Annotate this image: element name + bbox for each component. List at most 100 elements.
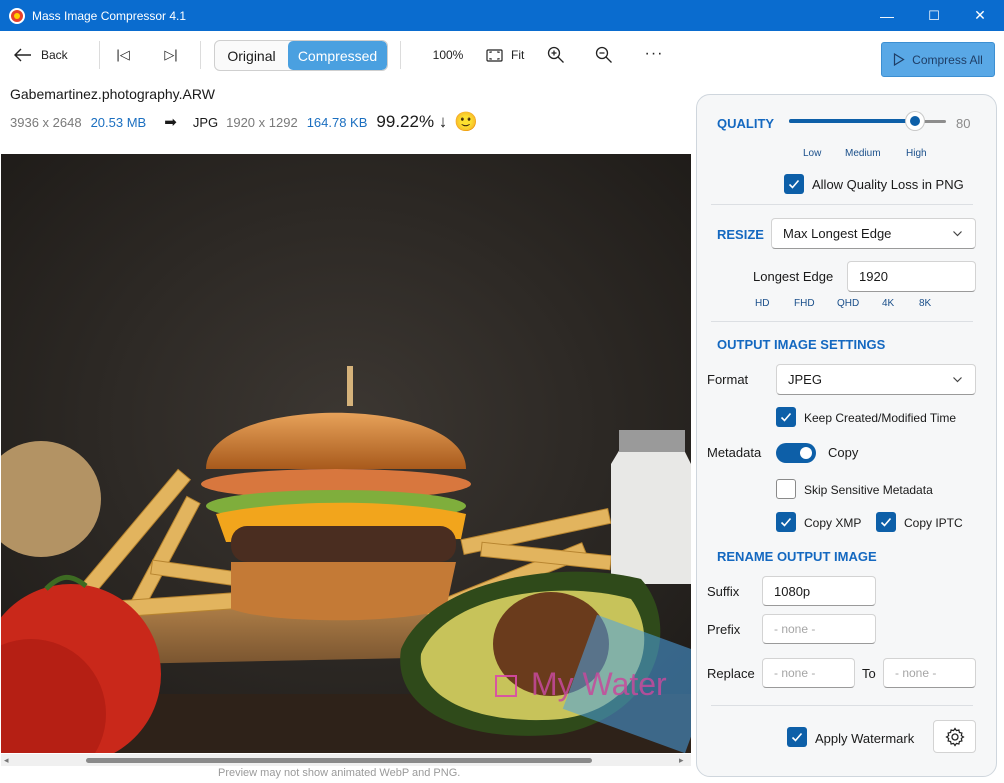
smiley-icon: 🙂 xyxy=(454,112,478,133)
format-value: JPEG xyxy=(788,372,822,387)
allow-png-loss-checkbox[interactable] xyxy=(784,174,804,194)
zoom-out-button[interactable] xyxy=(594,43,614,67)
prefix-placeholder: - none - xyxy=(774,622,816,636)
preview-note: Preview may not show animated WebP and P… xyxy=(218,767,461,779)
gear-icon xyxy=(944,726,965,747)
zoom-out-icon xyxy=(595,46,612,63)
format-dropdown[interactable]: JPEG xyxy=(776,364,976,395)
view-toggle: Original Compressed xyxy=(214,40,388,71)
quality-title: QUALITY xyxy=(717,116,775,131)
suffix-input[interactable]: 1080p xyxy=(762,576,876,606)
copy-xmp-label: Copy XMP xyxy=(804,516,862,530)
prefix-input[interactable]: - none - xyxy=(762,614,876,644)
output-dimensions: 1920 x 1292 xyxy=(226,114,298,130)
compress-all-label: Compress All xyxy=(912,52,983,67)
quality-value: 80 xyxy=(956,116,971,131)
section-divider xyxy=(711,705,973,706)
metadata-toggle[interactable] xyxy=(776,443,816,463)
skip-sensitive-checkbox[interactable] xyxy=(776,479,796,499)
longest-edge-label: Longest Edge xyxy=(753,269,834,284)
preset-qhd[interactable]: QHD xyxy=(837,298,859,309)
scroll-right-icon[interactable]: ▸ xyxy=(679,755,684,766)
section-divider xyxy=(711,321,973,322)
first-image-button[interactable]: |◁ xyxy=(112,43,134,67)
original-size: 20.53 MB xyxy=(90,114,147,130)
zoom-level-button[interactable]: 100% xyxy=(430,43,466,67)
toolbar-divider xyxy=(99,41,100,69)
toolbar-divider xyxy=(200,41,201,69)
copy-iptc-label: Copy IPTC xyxy=(904,516,963,530)
arrow-left-icon xyxy=(14,48,31,62)
suffix-label: Suffix xyxy=(707,584,740,599)
next-image-button[interactable]: ▷| xyxy=(160,43,182,67)
longest-edge-value: 1920 xyxy=(859,269,888,284)
quality-low-label[interactable]: Low xyxy=(803,148,821,159)
quality-slider-fill xyxy=(789,119,915,123)
window-title: Mass Image Compressor 4.1 xyxy=(32,8,187,23)
maximize-button[interactable]: ☐ xyxy=(911,0,957,31)
compressed-view-button[interactable]: Compressed xyxy=(288,41,387,70)
burger-photo xyxy=(1,154,691,753)
metadata-label: Metadata xyxy=(707,445,762,460)
replace-placeholder: - none - xyxy=(774,666,816,680)
close-button[interactable]: ✕ xyxy=(957,0,1003,31)
scroll-left-icon[interactable]: ◂ xyxy=(4,755,9,766)
original-dimensions: 3936 x 2648 xyxy=(10,114,82,130)
replace-input[interactable]: - none - xyxy=(762,658,855,688)
section-divider xyxy=(711,204,973,205)
title-bar: Mass Image Compressor 4.1 — ☐ ✕ xyxy=(0,0,1004,31)
preset-hd[interactable]: HD xyxy=(755,298,769,309)
checkmark-icon xyxy=(791,732,803,742)
replace-label: Replace xyxy=(707,666,755,681)
quality-slider-thumb[interactable] xyxy=(905,112,924,130)
checkmark-icon xyxy=(880,517,892,527)
preset-4k[interactable]: 4K xyxy=(882,298,894,309)
to-label: To xyxy=(862,666,876,681)
back-button[interactable]: Back xyxy=(14,43,68,67)
zoom-in-icon xyxy=(547,46,564,63)
more-options-button[interactable]: ··· xyxy=(642,42,666,66)
watermark-text: My Water xyxy=(531,666,667,702)
checkmark-icon xyxy=(788,179,800,189)
copy-iptc-checkbox[interactable] xyxy=(876,512,896,532)
apply-watermark-checkbox[interactable] xyxy=(787,727,807,747)
fit-label: Fit xyxy=(511,48,525,62)
longest-edge-input[interactable]: 1920 xyxy=(847,261,976,292)
preset-fhd[interactable]: FHD xyxy=(794,298,815,309)
preset-8k[interactable]: 8K xyxy=(919,298,931,309)
resize-mode-dropdown[interactable]: Max Longest Edge xyxy=(771,218,976,249)
play-icon xyxy=(894,53,905,66)
file-name: Gabemartinez.photography.ARW xyxy=(10,86,215,102)
allow-png-loss-label: Allow Quality Loss in PNG xyxy=(812,177,964,192)
toolbar: Back |◁ ▷| Original Compressed 100% Fit … xyxy=(0,31,1004,79)
output-settings-title: OUTPUT IMAGE SETTINGS xyxy=(717,337,886,352)
quality-high-label[interactable]: High xyxy=(906,148,927,159)
quality-medium-label[interactable]: Medium xyxy=(845,148,881,159)
fit-screen-icon xyxy=(486,48,503,62)
metadata-value: Copy xyxy=(828,445,859,460)
keep-time-checkbox[interactable] xyxy=(776,407,796,427)
zoom-in-button[interactable] xyxy=(546,43,566,67)
arrow-right-icon: ➡ xyxy=(164,114,177,131)
output-format: JPG xyxy=(192,114,219,130)
toolbar-divider xyxy=(400,41,401,69)
apply-watermark-label: Apply Watermark xyxy=(815,731,915,746)
file-stats: 3936 x 2648 20.53 MB ➡ JPG 1920 x 1292 1… xyxy=(10,110,478,134)
copy-xmp-checkbox[interactable] xyxy=(776,512,796,532)
compress-all-button[interactable]: Compress All xyxy=(881,42,995,77)
horizontal-scroll-thumb[interactable] xyxy=(86,758,592,763)
app-logo-icon xyxy=(9,7,25,24)
skip-sensitive-label: Skip Sensitive Metadata xyxy=(804,483,933,497)
original-view-button[interactable]: Original xyxy=(215,41,288,70)
back-label: Back xyxy=(41,48,68,62)
suffix-value: 1080p xyxy=(774,583,811,599)
file-name-text: Gabemartinez.photography.ARW xyxy=(10,86,215,102)
to-input[interactable]: - none - xyxy=(883,658,976,688)
output-size: 164.78 KB xyxy=(306,114,368,130)
reduction-percent: 99.22% ↓ xyxy=(376,112,448,131)
format-label: Format xyxy=(707,372,749,387)
watermark-settings-button[interactable] xyxy=(933,720,976,753)
fit-button[interactable]: Fit xyxy=(486,43,524,67)
checkmark-icon xyxy=(780,517,792,527)
minimize-button[interactable]: — xyxy=(864,0,910,31)
